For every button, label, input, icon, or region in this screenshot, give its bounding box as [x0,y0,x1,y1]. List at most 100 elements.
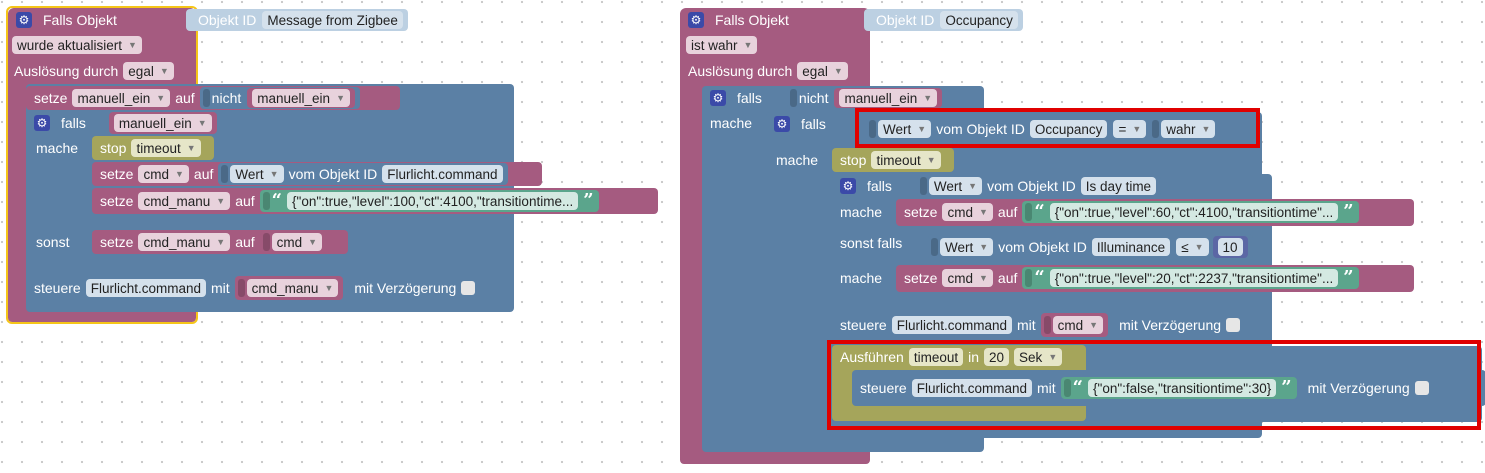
var-dropdown[interactable]: manuell_ein ▼ [839,89,938,107]
objekt-id-label: Objekt ID [198,12,257,28]
left-setze-manuell-row: setze manuell_ein ▼ auf nicht manuell_ein… [34,86,360,110]
right-setze-cmd-60-row: setze cmd ▼ auf “ {"on":true,"level":60,"… [904,200,1359,224]
chevron-down-icon: ▼ [159,66,169,76]
var-get-block[interactable]: manuell_ein ▼ [108,112,217,134]
var-get-block[interactable]: cmd ▼ [259,231,328,253]
var-dropdown[interactable]: cmd ▼ [138,165,189,183]
right-objekt-id-block[interactable]: Objekt ID Occupancy [864,9,1023,31]
chevron-down-icon: ▼ [978,207,988,217]
string-value[interactable]: {"on":true,"level":60,"ct":4100,"transit… [1049,203,1339,221]
socket-tab [1043,316,1051,334]
ausloesung-value: egal [802,63,828,79]
settings-icon[interactable]: ⚙ [16,12,32,28]
string-block[interactable]: “ {"on":true,"level":100,"ct":4100,"tran… [259,190,599,212]
not-block[interactable]: nicht manuell_ein ▼ [786,87,948,109]
var-get-block[interactable]: manuell_ein ▼ [247,88,355,108]
get-value-block[interactable]: Wert ▼ vom Objekt ID Flurlicht.command [218,163,508,185]
objekt-id-value[interactable]: Flurlicht.command [891,316,1012,334]
string-block[interactable]: “ {"on":true,"level":60,"ct":4100,"trans… [1022,201,1359,223]
right-ausloesung-row: Auslösung durch egal ▼ [688,59,848,83]
mit-label: mit [1016,317,1036,333]
socket-tab [202,89,210,107]
chevron-down-icon: ▼ [197,118,207,128]
right-falls-3-row: ⚙ falls Wert ▼ vom Objekt ID Is day time [840,174,1162,198]
string-block[interactable]: “ {"on":true,"level":20,"ct":2237,"trans… [1022,267,1359,289]
right-objekt-id-value[interactable]: Occupancy [940,11,1018,29]
wert-dropdown[interactable]: Wert ▼ [230,165,284,183]
right-illum-compare-row: Wert ▼ vom Objekt ID Illuminance ≤ ▼ 10 [928,234,1253,260]
nicht-label: nicht [211,90,242,106]
left-ausloesung-dropdown[interactable]: egal ▼ [123,62,174,80]
delay-checkbox[interactable] [461,281,476,295]
left-objekt-id-value[interactable]: Message from Zigbee [262,11,403,29]
socket-tab [237,279,245,297]
socket-tab [789,89,797,107]
operator-dropdown[interactable]: ≤ ▼ [1176,238,1209,256]
var-dropdown[interactable]: cmd_manu ▼ [138,192,231,210]
not-block[interactable]: nicht manuell_ein ▼ [199,87,360,109]
left-objekt-id-block[interactable]: Objekt ID Message from Zigbee [186,9,408,31]
var-name: cmd [143,166,169,182]
var-dropdown[interactable]: cmd ▼ [942,269,993,287]
timeout-dropdown[interactable]: timeout ▼ [131,139,201,157]
quote-open-icon: “ [1034,201,1045,222]
var-dropdown[interactable]: manuell_ein ▼ [252,89,350,107]
trigger-value: wurde aktualisiert [17,37,123,53]
number-block[interactable]: 10 [1212,236,1248,258]
falls-label: falls [801,116,826,132]
var-get-block[interactable]: manuell_ein ▼ [834,88,943,108]
var-get-block[interactable]: cmd ▼ [1040,313,1109,337]
var-dropdown[interactable]: cmd_manu ▼ [246,279,339,297]
auf-label: auf [193,166,214,182]
left-stop-row: stop timeout ▼ [100,136,201,160]
settings-icon[interactable]: ⚙ [688,12,704,28]
setze-label: setze [904,204,938,220]
number-value[interactable]: 10 [1217,238,1243,256]
mache-label: mache [36,140,79,156]
settings-icon[interactable]: ⚙ [710,90,726,106]
right-ausloesung-dropdown[interactable]: egal ▼ [797,62,848,80]
left-steuere-row: steuere Flurlicht.command mit cmd_manu ▼ … [34,276,476,300]
var-dropdown[interactable]: cmd ▼ [942,203,993,221]
var-name: manuell_ein [118,115,192,131]
var-dropdown[interactable]: cmd ▼ [271,233,323,251]
auf-label: auf [235,193,255,209]
var-get-block[interactable]: cmd_manu ▼ [234,276,344,300]
delay-checkbox[interactable] [1226,318,1241,332]
sonst-falls-label: sonst falls [840,235,903,251]
objekt-id-value[interactable]: Illuminance [1091,238,1171,256]
string-value[interactable]: {"on":true,"level":20,"ct":2237,"transit… [1049,269,1339,287]
mit-verzoegerung-label: mit Verzögerung [354,280,457,296]
right-objekt-id-row: Objekt ID Occupancy [864,8,1023,32]
compare-block[interactable]: Wert ▼ vom Objekt ID Illuminance ≤ ▼ 10 [928,234,1253,260]
settings-icon[interactable]: ⚙ [774,116,790,132]
auf-label: auf [175,90,195,106]
wert-dropdown[interactable]: Wert ▼ [940,238,994,256]
var-dropdown[interactable]: manuell_ein ▼ [113,114,212,132]
objekt-id-value[interactable]: Is day time [1080,177,1157,195]
left-trigger-dropdown[interactable]: wurde aktualisiert ▼ [12,36,142,54]
wert-dropdown[interactable]: Wert ▼ [928,177,983,195]
setze-label: setze [100,193,134,209]
var-dropdown[interactable]: cmd_manu ▼ [138,233,231,251]
chevron-down-icon: ▼ [174,169,184,179]
var-name: cmd_manu [143,193,211,209]
timeout-dropdown[interactable]: timeout ▼ [871,151,941,169]
mache-label: mache [710,115,753,131]
chevron-down-icon: ▼ [978,273,988,283]
highlight-box-timeout [827,340,1481,430]
var-dropdown[interactable]: manuell_ein ▼ [72,89,171,107]
quote-close-icon: ” [1343,201,1354,222]
vom-objekt-label: vom Objekt ID [288,166,378,182]
right-mache-1-row: mache [710,111,752,135]
settings-icon[interactable]: ⚙ [34,115,50,131]
right-trigger-dropdown[interactable]: ist wahr ▼ [686,36,758,54]
var-dropdown[interactable]: cmd ▼ [1052,316,1104,334]
setze-label: setze [100,234,134,250]
objekt-id-value[interactable]: Flurlicht.command [85,279,206,297]
objekt-id-value[interactable]: Flurlicht.command [382,165,503,183]
settings-icon[interactable]: ⚙ [840,178,856,194]
string-value[interactable]: {"on":true,"level":100,"ct":4100,"transi… [287,192,579,210]
get-value-block[interactable]: Wert ▼ vom Objekt ID Is day time [916,175,1162,197]
falls-label: falls [867,178,892,194]
